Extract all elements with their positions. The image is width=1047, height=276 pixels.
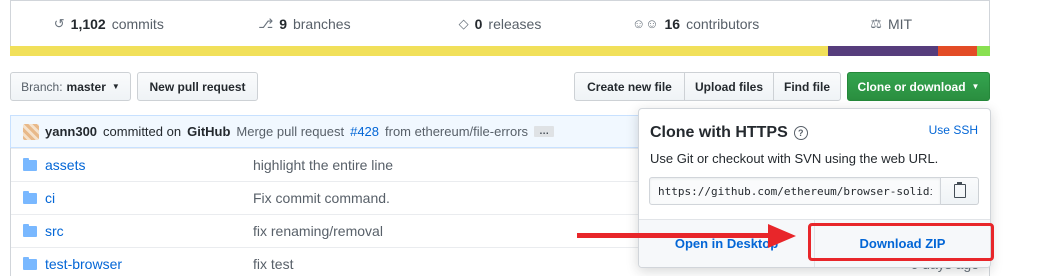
expand-commit-button[interactable]: … [534,126,555,137]
commit-message-link[interactable]: fix renaming/removal [253,223,383,239]
branch-icon: ⎇ [258,15,274,31]
branches-link[interactable]: ⎇ 9 branches [207,16,403,32]
annotation-highlight-box [808,223,994,261]
releases-link[interactable]: ◇ 0 releases [402,16,598,32]
annotation-arrow-head [768,224,796,248]
branch-select-button[interactable]: Branch: master ▼ [10,72,131,101]
language-segment-1[interactable] [828,46,939,56]
license-link[interactable]: ⚖ MIT [793,16,989,32]
folder-icon [23,223,37,237]
clone-title-text: Clone with HTTPS [650,124,788,141]
file-name-link[interactable]: ci [45,190,253,206]
tag-icon: ◇ [458,15,469,31]
create-new-file-button[interactable]: Create new file [574,72,685,101]
contributors-label: contributors [686,15,760,32]
commits-link[interactable]: ↺ 1,102 commits [11,16,207,32]
avatar[interactable] [23,123,39,140]
law-icon: ⚖ [870,15,882,31]
language-segment-3[interactable] [977,46,990,56]
clone-url-group [649,177,979,205]
language-segment-2[interactable] [938,46,978,56]
commit-message-link[interactable]: highlight the entire line [253,157,393,173]
commits-count: 1,102 [70,15,106,32]
clone-title: Clone with HTTPS ? [650,124,808,142]
committed-on-label: committed on [103,124,182,139]
file-name-link[interactable]: test-browser [45,256,253,272]
license-label: MIT [887,15,913,32]
file-name-link[interactable]: src [45,223,253,239]
branch-name: master [66,79,106,94]
commit-author[interactable]: yann300 [45,124,97,139]
history-icon: ↺ [53,15,65,31]
releases-label: releases [488,15,542,32]
contributors-link[interactable]: ☺☺ 16 contributors [598,16,794,32]
commit-platform: GitHub [187,124,231,139]
branches-count: 9 [279,15,287,32]
caret-down-icon: ▼ [111,82,120,91]
language-segment-0[interactable] [10,46,829,56]
commits-label: commits [111,15,164,32]
repo-summary: ↺ 1,102 commits ⎇ 9 branches ◇ 0 release… [10,0,990,46]
clone-subtitle: Use Git or checkout with SVN using the w… [650,151,939,166]
clone-or-download-label: Clone or download [857,79,966,94]
find-file-button[interactable]: Find file [773,72,841,101]
upload-files-button[interactable]: Upload files [684,72,774,101]
commit-message-link[interactable]: fix test [253,256,293,272]
clipboard-icon [953,182,966,198]
folder-icon [23,256,37,270]
caret-down-icon: ▼ [971,82,980,91]
contributors-count: 16 [664,15,681,32]
commit-message-prefix[interactable]: Merge pull request [236,124,344,139]
file-name-link[interactable]: assets [45,157,253,173]
commit-message-link[interactable]: Fix commit command. [253,190,390,206]
branch-prefix: Branch: [21,79,63,94]
question-icon[interactable]: ? [793,126,808,140]
people-icon: ☺☺ [631,16,659,31]
clone-url-input[interactable] [649,177,941,205]
folder-icon [23,190,37,204]
use-ssh-link[interactable]: Use SSH [929,123,978,137]
pr-link[interactable]: #428 [350,124,379,139]
copy-url-button[interactable] [941,177,979,205]
branches-label: branches [292,15,351,32]
folder-icon [23,157,37,171]
releases-count: 0 [474,15,483,32]
language-bar[interactable] [10,46,990,56]
commit-message-suffix[interactable]: from ethereum/file-errors [385,124,528,139]
new-pull-request-button[interactable]: New pull request [137,72,258,101]
annotation-arrow-shaft [577,233,785,238]
clone-or-download-button[interactable]: Clone or download ▼ [847,72,990,101]
